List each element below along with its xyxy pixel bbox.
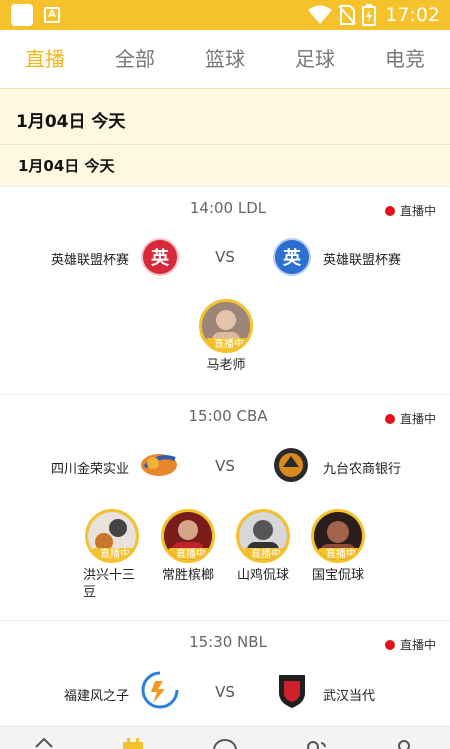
chat-icon[interactable] bbox=[212, 737, 238, 749]
anchor-name: 马老师 bbox=[206, 358, 246, 373]
tab-esports[interactable]: 电竞 bbox=[360, 30, 450, 88]
live-tag: 直播中 bbox=[168, 548, 212, 560]
tab-all[interactable]: 全部 bbox=[90, 30, 180, 88]
match-time-league: 14:00 LDL bbox=[189, 199, 267, 217]
live-dot-icon bbox=[384, 639, 395, 650]
battery-charging-icon bbox=[362, 4, 376, 26]
anchor-name: 山鸡侃球 bbox=[236, 568, 289, 583]
tab-football[interactable]: 足球 bbox=[270, 30, 360, 88]
status-bar: A 17:02 bbox=[0, 0, 450, 30]
live-indicator: 直播中 bbox=[384, 202, 436, 219]
live-label: 直播中 bbox=[399, 638, 436, 652]
avatar: 直播中 bbox=[85, 509, 139, 563]
no-sim-icon bbox=[338, 5, 356, 25]
tab-basketball[interactable]: 篮球 bbox=[180, 30, 270, 88]
anchor-item[interactable]: 直播中 山鸡侃球 bbox=[228, 509, 298, 584]
live-indicator: 直播中 bbox=[384, 410, 436, 427]
anchor-name: 洪兴十三豆 bbox=[83, 568, 136, 600]
live-dot-icon bbox=[384, 413, 395, 424]
anchor-name: 常胜槟榔 bbox=[161, 568, 214, 583]
away-team-name: 九台农商银行 bbox=[323, 462, 402, 477]
anchor-item[interactable]: 直播中 马老师 bbox=[191, 299, 261, 374]
live-tag: 直播中 bbox=[243, 548, 287, 560]
app-notification-icon bbox=[11, 4, 33, 26]
vs-label: VS bbox=[215, 683, 235, 701]
status-icons bbox=[308, 4, 376, 26]
home-icon[interactable] bbox=[34, 737, 54, 749]
clock: 17:02 bbox=[385, 4, 440, 26]
profile-icon[interactable] bbox=[396, 737, 412, 749]
away-team-name: 英雄联盟杯赛 bbox=[323, 253, 402, 268]
live-indicator: 直播中 bbox=[384, 636, 436, 653]
bottom-navigation bbox=[0, 726, 450, 749]
away-team-logo-text: 英 bbox=[283, 248, 301, 269]
away-team-name: 武汉当代 bbox=[323, 689, 376, 704]
match-time-league: 15:00 CBA bbox=[188, 407, 268, 425]
anchor-item[interactable]: 直播中 常胜槟榔 bbox=[153, 509, 223, 584]
away-team-logo bbox=[279, 675, 305, 708]
live-label: 直播中 bbox=[399, 412, 436, 426]
anchor-item[interactable]: 直播中 洪兴十三豆 bbox=[77, 509, 147, 601]
date-header: 1月04日 今天 1月04日 今天 bbox=[0, 88, 450, 186]
divider bbox=[0, 144, 450, 145]
live-tag: 直播中 bbox=[206, 338, 250, 350]
anchor-item[interactable]: 直播中 国宝侃球 bbox=[303, 509, 373, 584]
live-tag: 直播中 bbox=[92, 548, 136, 560]
schedule-icon[interactable] bbox=[122, 737, 144, 749]
wifi-icon bbox=[308, 5, 332, 24]
live-tag: 直播中 bbox=[318, 548, 362, 560]
avatar: 直播中 bbox=[161, 509, 215, 563]
tab-live[interactable]: 直播 bbox=[0, 30, 90, 88]
match-card[interactable]: 15:30 NBL 直播中 福建风之子 VS 武汉当代 bbox=[0, 620, 450, 726]
away-team-logo: 英 bbox=[273, 238, 311, 276]
match-card[interactable]: 15:00 CBA 直播中 四川金荣实业 VS 九台农商银行 直播中 洪兴十三豆… bbox=[0, 394, 450, 620]
anchor-name: 国宝侃球 bbox=[311, 568, 364, 583]
date-title: 1月04日 今天 bbox=[16, 112, 126, 132]
match-time-league: 15:30 NBL bbox=[189, 633, 267, 651]
avatar: 直播中 bbox=[311, 509, 365, 563]
match-card[interactable]: 14:00 LDL 直播中 英雄联盟杯赛 英 VS 英 英雄联盟杯赛 直播中 马… bbox=[0, 186, 450, 394]
users-icon[interactable] bbox=[304, 737, 330, 749]
date-subtitle: 1月04日 今天 bbox=[18, 157, 115, 175]
notification-a-icon: A bbox=[44, 7, 60, 23]
avatar: 直播中 bbox=[199, 299, 253, 353]
avatar: 直播中 bbox=[236, 509, 290, 563]
live-dot-icon bbox=[384, 205, 395, 216]
away-team-logo bbox=[274, 448, 308, 482]
live-label: 直播中 bbox=[399, 204, 436, 218]
category-tabs: 直播 全部 篮球 足球 电竞 bbox=[0, 30, 450, 88]
